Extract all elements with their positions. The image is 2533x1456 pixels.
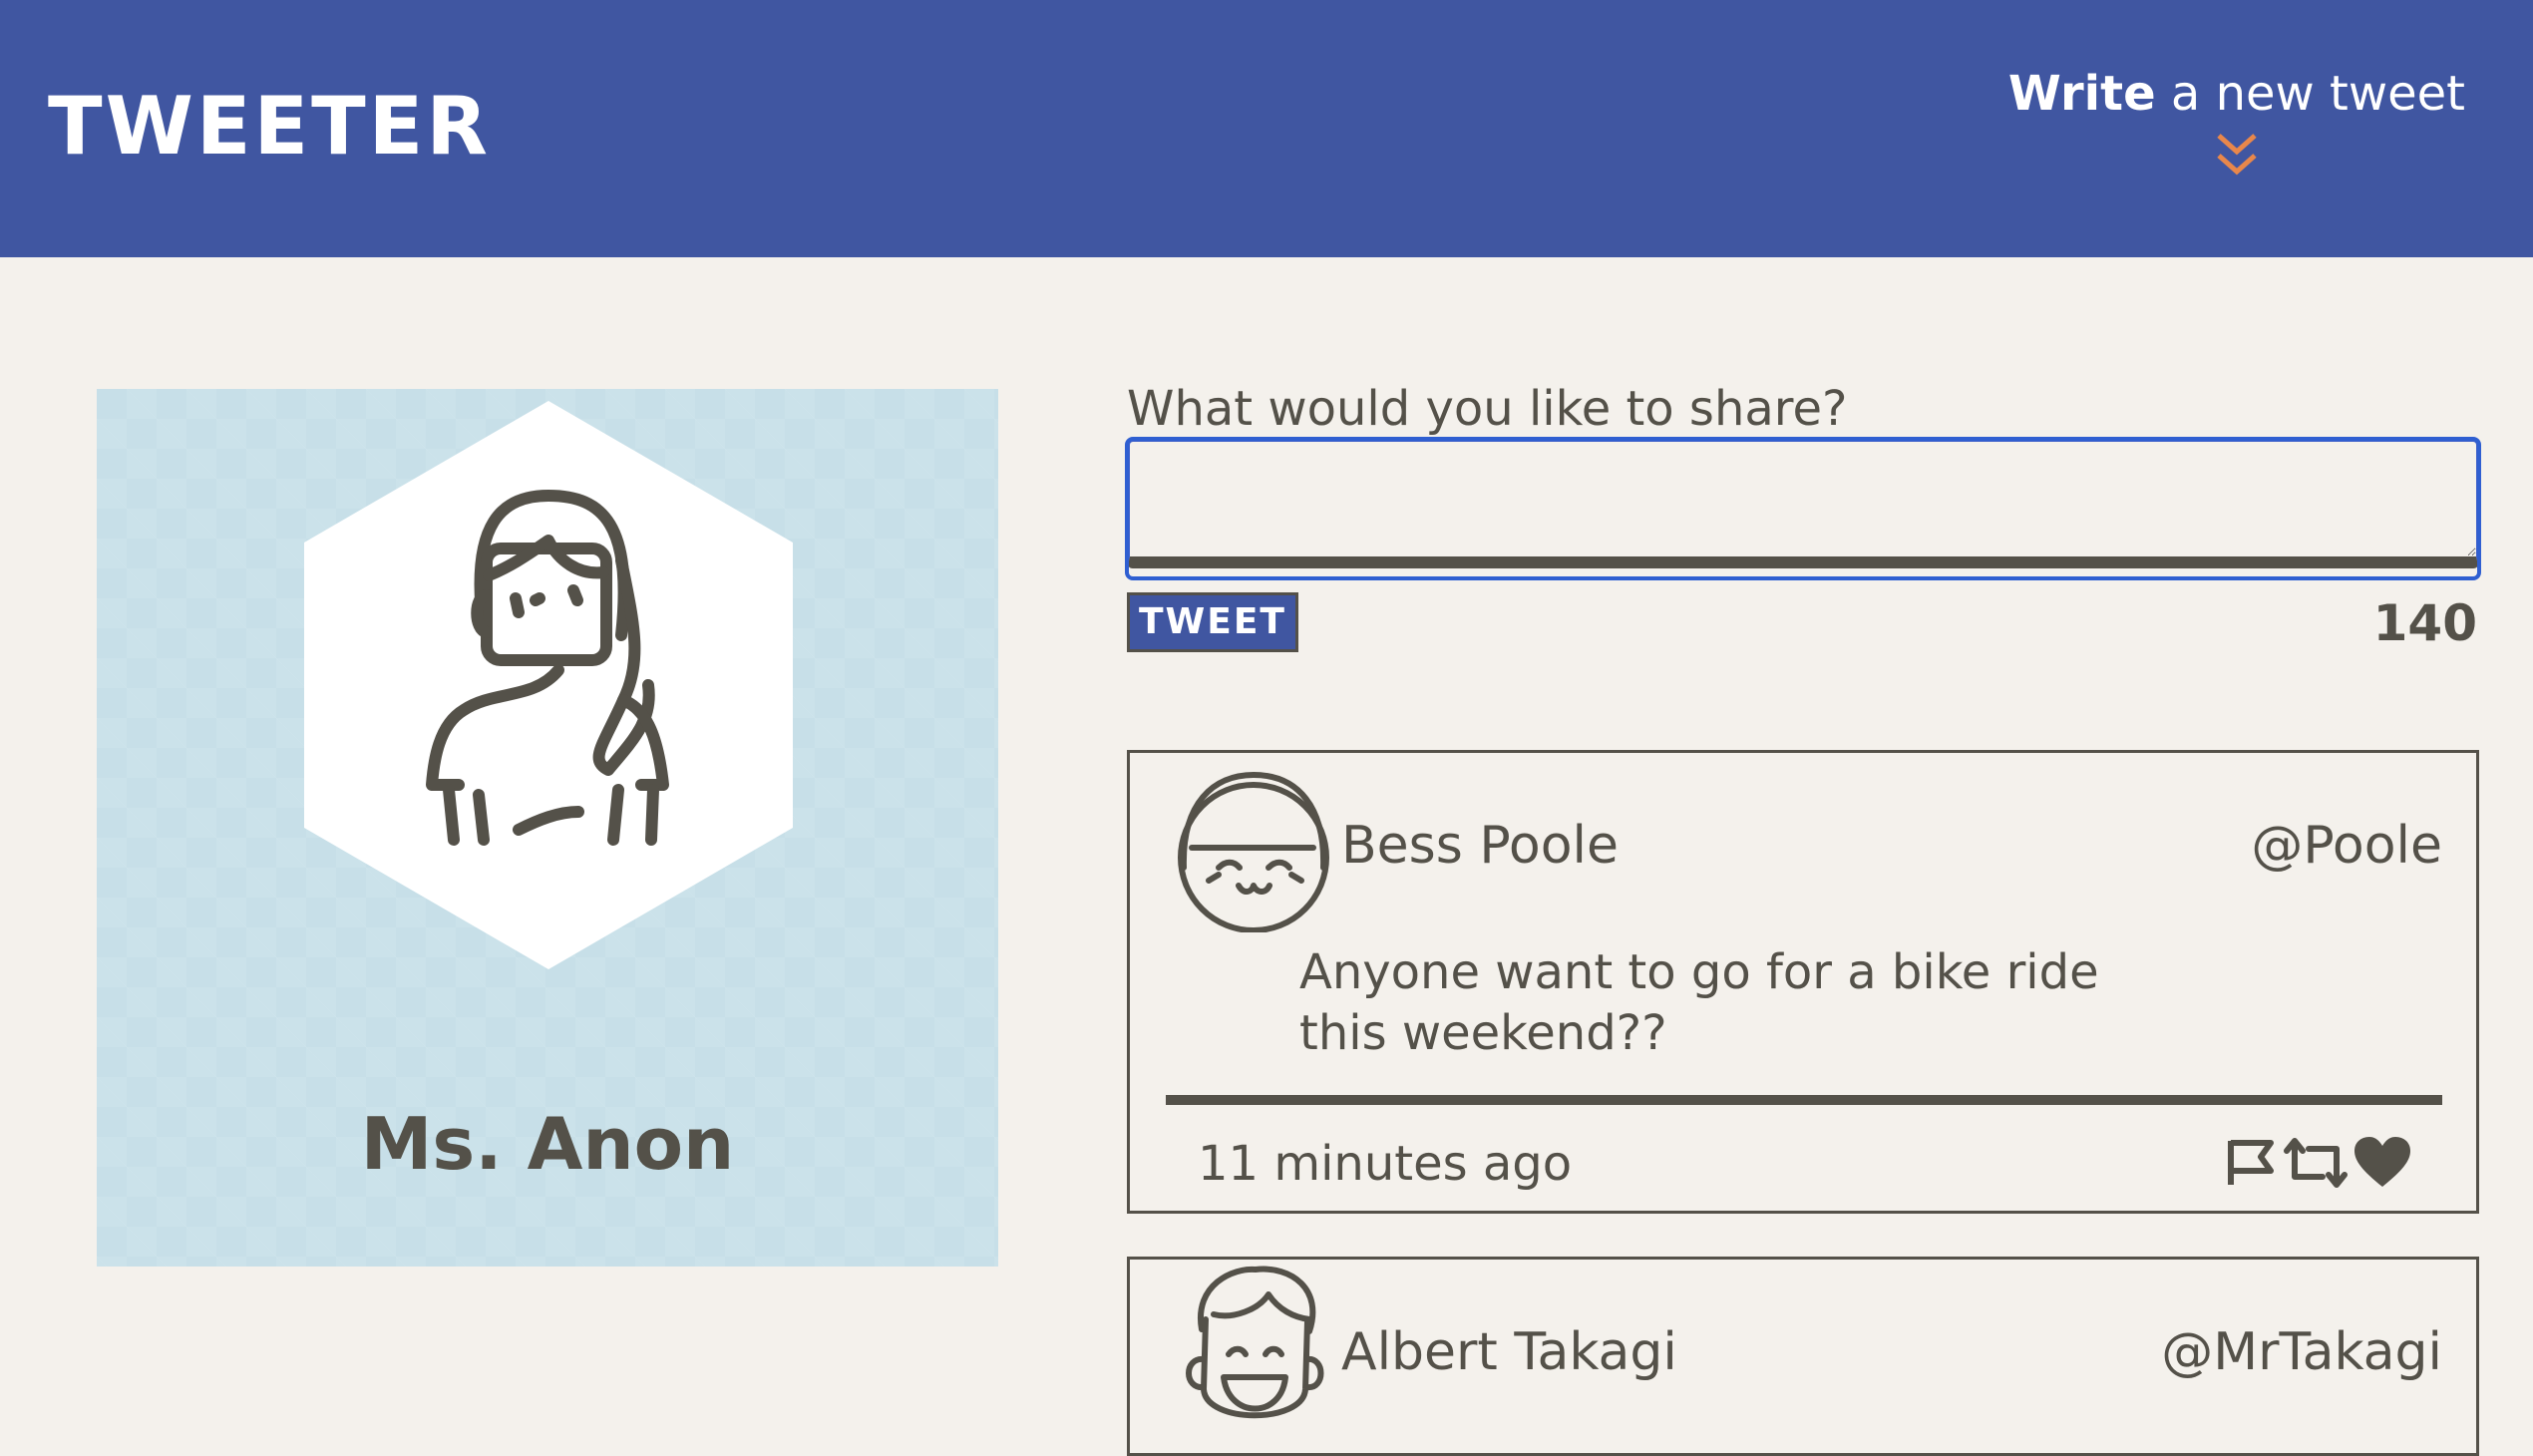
write-new-tweet-label[interactable]: Write a new tweet [2008, 62, 2465, 126]
smiling-woman-avatar-icon [1178, 772, 1329, 932]
new-tweet-words: a new tweet [2155, 66, 2465, 122]
tweet-divider [1166, 1095, 2442, 1105]
heart-icon[interactable] [2352, 1135, 2412, 1195]
tweet-author-name: Bess Poole [1341, 816, 1619, 876]
tweet-input[interactable] [1127, 439, 2479, 568]
tweet-card: Bess Poole @Poole Anyone want to go for … [1127, 750, 2479, 1214]
flag-icon[interactable] [2223, 1135, 2279, 1195]
top-nav: Tweeter Write a new tweet [0, 0, 2533, 257]
profile-name: Ms. Anon [360, 1102, 735, 1186]
female-avatar-icon [304, 401, 793, 969]
write-new-tweet-toggle[interactable]: Write a new tweet [2008, 62, 2465, 178]
double-chevron-down-icon[interactable] [2215, 132, 2259, 178]
tweet-author-handle: @Poole [2251, 816, 2442, 876]
compose-label: What would you like to share? [1127, 381, 1848, 437]
tweet-author-name: Albert Takagi [1341, 1322, 1677, 1382]
tweet-body: Anyone want to go for a bike ride this w… [1299, 944, 2099, 1061]
tweet-actions [2223, 1135, 2412, 1195]
tweet-author-handle: @MrTakagi [2161, 1322, 2442, 1382]
laughing-man-avatar-icon [1186, 1266, 1324, 1419]
profile-card: Ms. Anon [97, 389, 998, 1267]
tweet-card: Albert Takagi @MrTakagi [1127, 1257, 2479, 1456]
tweet-timestamp: 11 minutes ago [1198, 1136, 1573, 1192]
retweet-icon[interactable] [2283, 1135, 2349, 1195]
character-counter: 140 [2372, 594, 2477, 652]
write-word: Write [2007, 66, 2156, 122]
tweet-submit-button[interactable]: Tweet [1127, 592, 1298, 652]
site-logo[interactable]: Tweeter [48, 82, 491, 172]
